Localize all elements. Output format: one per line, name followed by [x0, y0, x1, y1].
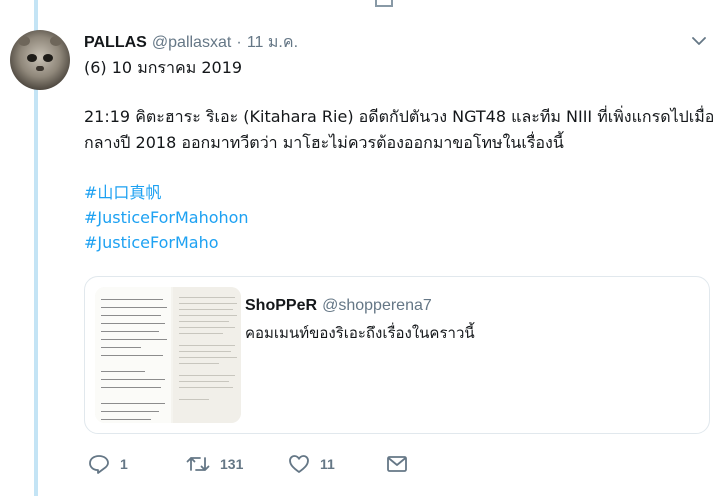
retweet-button[interactable]: 131 [186, 452, 243, 476]
hashtag-link[interactable]: #山口真帆 [84, 180, 249, 205]
avatar[interactable] [10, 30, 70, 90]
quoted-author: ShoPPeR @shopperena7 [245, 295, 432, 315]
tweet-body: 21:19 คิตะฮาระ ริเอะ (Kitahara Rie) อดีต… [84, 104, 724, 156]
quoted-tweet-card[interactable]: ShoPPeR @shopperena7 คอมเมนท์ของริเอะถึง… [84, 276, 710, 434]
direct-message-button[interactable] [386, 452, 408, 476]
author-name[interactable]: PALLAS [84, 34, 147, 51]
tweet-action-bar: 1 131 11 [84, 452, 484, 476]
hashtag-link[interactable]: #JusticeForMahohon [84, 205, 249, 230]
like-button[interactable]: 11 [288, 452, 335, 476]
tweet-header: PALLAS @pallasxat · 11 ม.ค. [84, 30, 298, 55]
hashtag-link[interactable]: #JusticeForMaho [84, 230, 249, 255]
reply-count: 1 [120, 456, 128, 472]
quoted-tweet-image[interactable] [95, 287, 241, 423]
retweet-count: 131 [220, 456, 244, 472]
quoted-author-handle[interactable]: @shopperena7 [322, 297, 432, 314]
heart-icon [289, 455, 309, 473]
tweet-body-line: 21:19 คิตะฮาระ ริเอะ (Kitahara Rie) อดีต… [84, 107, 715, 126]
quoted-tweet-text: คอมเมนท์ของริเอะถึงเรื่องในคราวนี้ [245, 324, 475, 342]
reply-icon [89, 455, 109, 474]
header-separator: · [236, 34, 242, 51]
quoted-author-name[interactable]: ShoPPeR [245, 297, 317, 314]
author-handle[interactable]: @pallasxat [152, 34, 231, 51]
envelope-icon [387, 456, 407, 472]
reply-button[interactable]: 1 [88, 452, 128, 476]
tweet-timestamp[interactable]: 11 ม.ค. [247, 34, 298, 51]
chevron-down-icon[interactable] [692, 34, 706, 48]
tweet-body-line: กลางปี 2018 ออกมาทวีตว่า มาโฮะไม่ควรต้อง… [84, 133, 564, 152]
hashtag-list: #山口真帆 #JusticeForMahohon #JusticeForMaho [84, 180, 249, 255]
retweet-icon [186, 457, 210, 471]
tweet-date-line: (6) 10 มกราคม 2019 [84, 58, 243, 77]
like-count: 11 [320, 456, 335, 472]
previous-tweet-actions-fragment [295, 0, 393, 7]
